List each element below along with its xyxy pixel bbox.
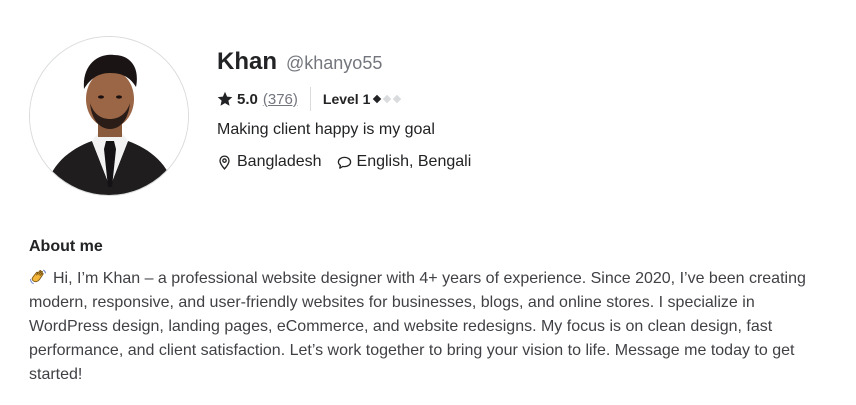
languages-item: English, Bengali	[337, 153, 472, 171]
level-progress	[373, 94, 404, 104]
waving-hand-icon	[30, 269, 46, 285]
about-me-body: Hi, I’m Khan – a professional website de…	[29, 270, 806, 383]
level-diamond-filled	[373, 94, 382, 104]
about-me-text: Hi, I’m Khan – a professional website de…	[29, 267, 829, 387]
profile-header: Khan @khanyo55	[217, 48, 382, 78]
location-pin-icon	[219, 154, 230, 170]
level-diamond-empty	[383, 94, 392, 104]
profile-name: Khan	[217, 48, 277, 75]
seller-level: Level 1	[322, 91, 371, 107]
divider	[309, 87, 311, 111]
location-item: Bangladesh	[217, 153, 322, 171]
star-icon	[217, 91, 233, 106]
profile-username: @khanyo55	[286, 53, 383, 73]
rating-row: 5.0 (376) Level 1	[217, 87, 404, 111]
about-me-heading: About me	[29, 238, 103, 255]
profile-avatar[interactable]	[29, 36, 189, 196]
languages-text: English, Bengali	[356, 153, 472, 170]
level-diamond-empty	[393, 94, 402, 104]
speech-bubble-icon	[337, 156, 351, 169]
rating-score: 5.0	[237, 90, 258, 108]
profile-tagline: Making client happy is my goal	[217, 121, 435, 138]
avatar-photo	[30, 37, 188, 195]
review-count-link[interactable]: (376)	[263, 91, 298, 108]
profile-meta: Bangladesh English, Bengali	[217, 153, 471, 171]
location-text: Bangladesh	[237, 153, 322, 170]
